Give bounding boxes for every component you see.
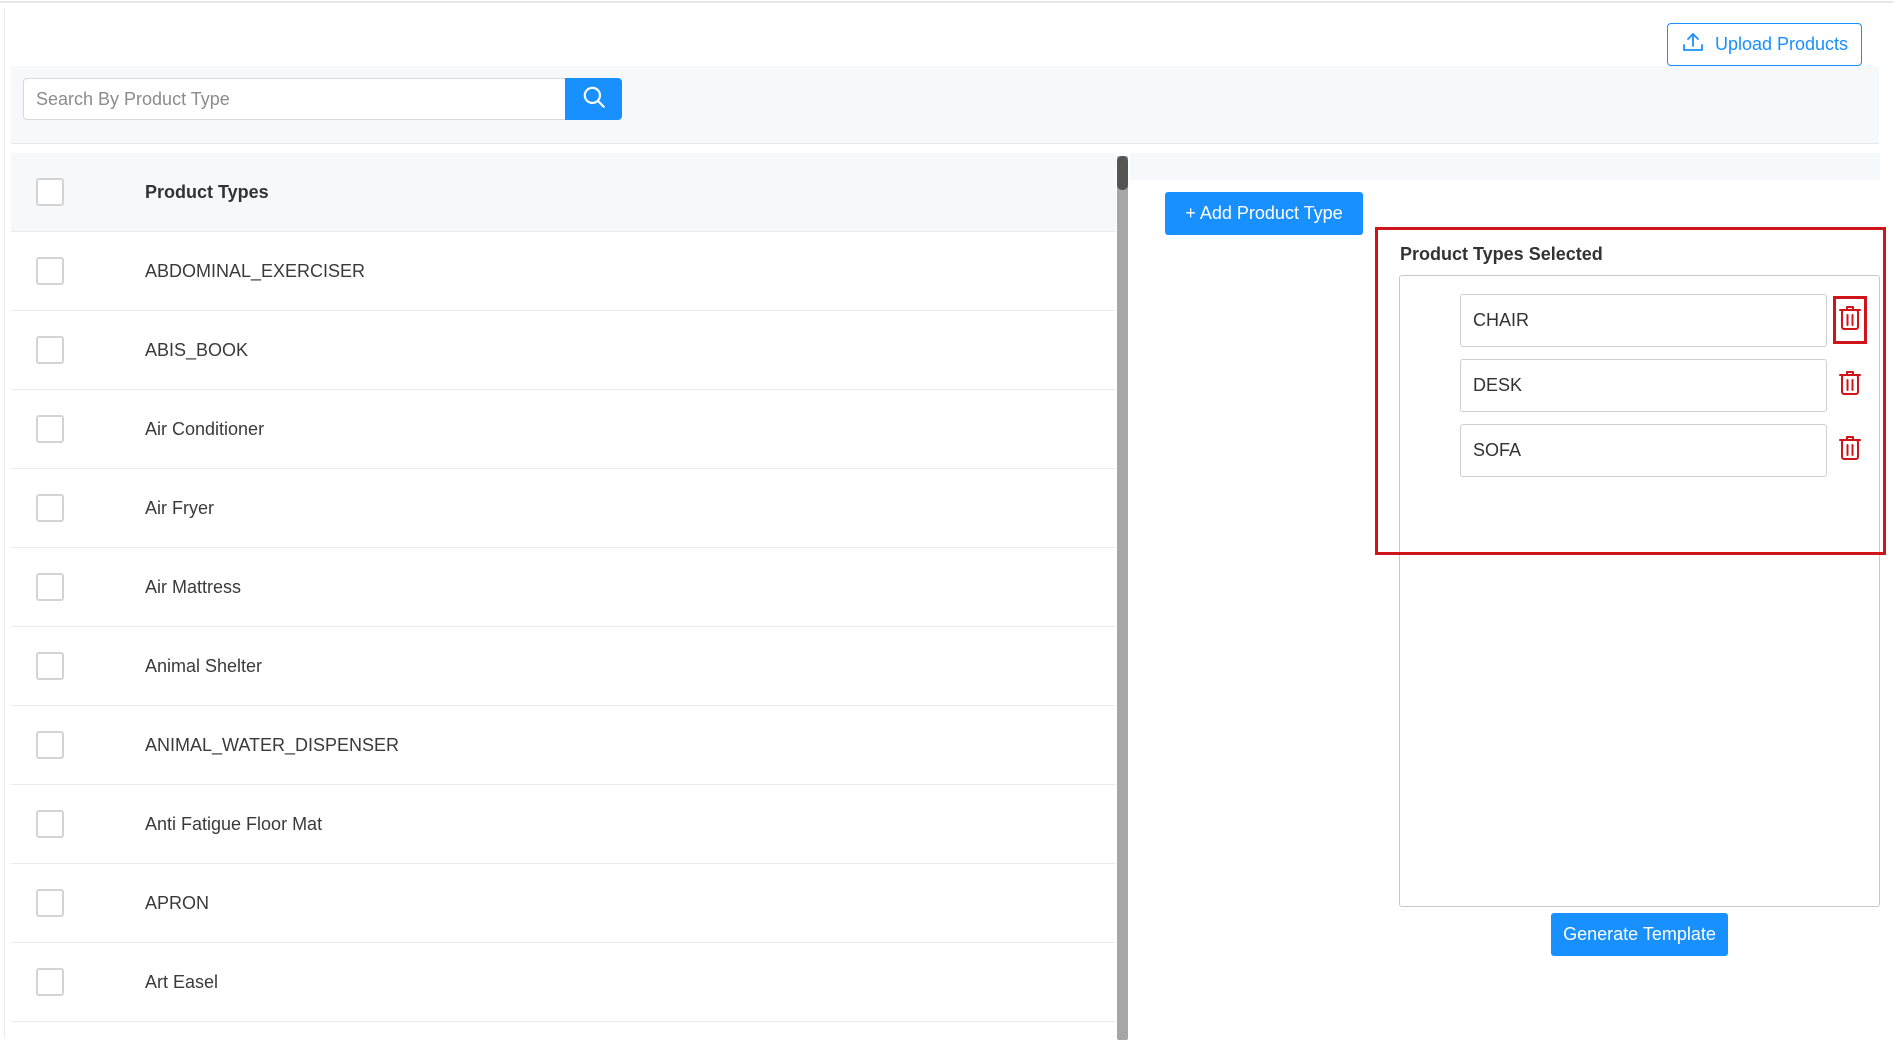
row-checkbox[interactable] <box>36 889 64 917</box>
delete-selected-item-button[interactable] <box>1833 426 1867 474</box>
table-scrollbar-track[interactable] <box>1117 156 1128 1040</box>
table-row[interactable]: Air Conditioner <box>11 390 1116 469</box>
product-type-label: Air Fryer <box>145 497 214 518</box>
row-checkbox[interactable] <box>36 257 64 285</box>
product-type-label: Air Conditioner <box>145 418 265 439</box>
table-row[interactable]: Art Easel <box>11 943 1116 1022</box>
upload-products-button[interactable]: Upload Products <box>1667 23 1862 66</box>
upload-products-label: Upload Products <box>1714 34 1849 54</box>
search-bar <box>11 66 1879 144</box>
add-product-type-button[interactable]: + Add Product Type <box>1165 192 1363 235</box>
table-row[interactable]: ABDOMINAL_EXERCISER <box>11 232 1116 311</box>
left-frame-border <box>4 8 5 1038</box>
product-type-label: Animal Shelter <box>145 655 263 676</box>
table-row[interactable]: Anti Fatigue Floor Mat <box>11 785 1116 864</box>
selected-item-field[interactable]: CHAIR <box>1460 294 1827 347</box>
table-row[interactable]: Air Mattress <box>11 548 1116 627</box>
product-type-label: Anti Fatigue Floor Mat <box>145 813 323 834</box>
row-checkbox[interactable] <box>36 810 64 838</box>
table-row[interactable]: Air Fryer <box>11 469 1116 548</box>
generate-template-button[interactable]: Generate Template <box>1551 913 1728 956</box>
search-icon <box>581 84 607 115</box>
row-checkbox[interactable] <box>36 968 64 996</box>
row-checkbox[interactable] <box>36 336 64 364</box>
product-type-label: Art Easel <box>145 971 219 992</box>
product-type-label: Air Mattress <box>145 576 242 597</box>
search-button[interactable] <box>565 78 622 120</box>
product-types-table: Product Types ABDOMINAL_EXERCISER ABIS_B… <box>11 153 1116 1044</box>
right-panel-header-strip <box>1130 153 1880 180</box>
trash-icon <box>1838 369 1862 402</box>
delete-selected-item-button[interactable] <box>1833 361 1867 409</box>
table-row[interactable]: ANIMAL_WATER_DISPENSER <box>11 706 1116 785</box>
trash-icon <box>1838 304 1862 337</box>
table-scrollbar-thumb[interactable] <box>1117 156 1128 190</box>
trash-icon <box>1838 434 1862 467</box>
column-header-product-types: Product Types <box>145 181 269 202</box>
row-checkbox[interactable] <box>36 573 64 601</box>
delete-selected-item-button[interactable] <box>1833 296 1867 344</box>
top-divider <box>0 0 1893 3</box>
table-row[interactable]: Animal Shelter <box>11 627 1116 706</box>
row-checkbox[interactable] <box>36 415 64 443</box>
table-row[interactable]: APRON <box>11 864 1116 943</box>
upload-icon <box>1681 30 1705 59</box>
product-type-label: APRON <box>145 892 210 913</box>
selected-item-field[interactable]: SOFA <box>1460 424 1827 477</box>
row-checkbox[interactable] <box>36 494 64 522</box>
table-header-row: Product Types <box>11 153 1116 232</box>
product-type-label: ABDOMINAL_EXERCISER <box>145 260 366 281</box>
row-checkbox[interactable] <box>36 731 64 759</box>
search-input[interactable] <box>23 78 565 120</box>
product-type-label: ABIS_BOOK <box>145 339 249 360</box>
product-template-page: Upload Products Product Types ABDOMINAL_… <box>0 0 1893 1044</box>
product-type-label: ANIMAL_WATER_DISPENSER <box>145 734 400 755</box>
selected-panel-title: Product Types Selected <box>1400 244 1603 264</box>
row-checkbox[interactable] <box>36 652 64 680</box>
table-row[interactable]: ABIS_BOOK <box>11 311 1116 390</box>
select-all-checkbox[interactable] <box>36 178 64 206</box>
selected-item-field[interactable]: DESK <box>1460 359 1827 412</box>
